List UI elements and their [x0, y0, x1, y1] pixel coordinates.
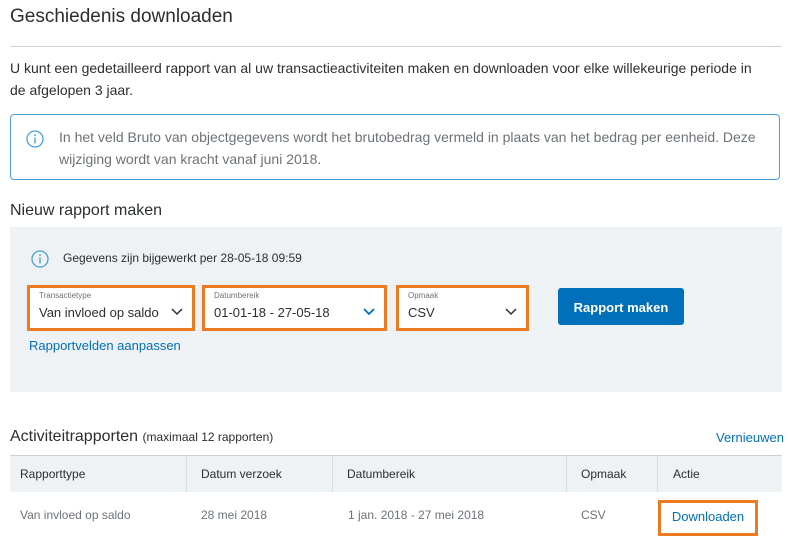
- transaction-type-value: Van invloed op saldo: [39, 305, 159, 320]
- table-header: Rapporttype Datum verzoek Datumbereik Op…: [10, 456, 782, 492]
- customize-report-fields-link[interactable]: Rapportvelden aanpassen: [29, 338, 181, 353]
- column-divider: [657, 456, 658, 492]
- activity-heading-text: Activiteitrapporten: [10, 428, 139, 445]
- intro-text: U kunt een gedetailleerd rapport van al …: [10, 60, 752, 98]
- new-report-heading: Nieuw rapport maken: [10, 202, 163, 219]
- new-report-panel: Gegevens zijn bijgewerkt per 28-05-18 09…: [10, 227, 782, 392]
- format-value: CSV: [408, 305, 435, 320]
- info-icon: [26, 130, 44, 153]
- activity-subheading: (maximaal 12 rapporten): [142, 430, 274, 444]
- info-notice: In het veld Bruto van objectgegevens wor…: [10, 114, 780, 180]
- chevron-down-icon: [363, 303, 375, 321]
- create-report-button[interactable]: Rapport maken: [558, 288, 684, 325]
- date-range-select[interactable]: Datumbereik 01-01-18 - 27-05-18: [202, 285, 387, 331]
- title-divider: [10, 46, 782, 47]
- activity-reports-table: Rapporttype Datum verzoek Datumbereik Op…: [10, 455, 782, 537]
- chevron-down-icon: [505, 303, 517, 321]
- format-label: Opmaak: [408, 291, 439, 300]
- format-select[interactable]: Opmaak CSV: [396, 285, 529, 331]
- row-request-date: 28 mei 2018: [201, 508, 268, 522]
- row-format: CSV: [581, 508, 606, 522]
- notice-text: In het veld Bruto van objectgegevens wor…: [59, 129, 756, 167]
- info-icon: [31, 250, 49, 273]
- column-divider: [332, 456, 333, 492]
- page-title: Geschiedenis downloaden: [10, 6, 233, 27]
- column-header: Datumbereik: [347, 467, 416, 481]
- date-range-value: 01-01-18 - 27-05-18: [214, 305, 330, 320]
- row-report-type: Van invloed op saldo: [20, 508, 131, 522]
- chevron-down-icon: [171, 303, 183, 321]
- column-divider: [186, 456, 187, 492]
- download-button[interactable]: Downloaden: [658, 500, 758, 536]
- date-range-label: Datumbereik: [214, 291, 260, 300]
- column-header: Actie: [673, 467, 700, 481]
- column-divider: [566, 456, 567, 492]
- row-date-range: 1 jan. 2018 - 27 mei 2018: [348, 508, 485, 522]
- activity-reports-heading: Activiteitrapporten (maximaal 12 rapport…: [10, 428, 273, 446]
- column-header: Datum verzoek: [201, 467, 282, 481]
- column-header: Rapporttype: [20, 467, 86, 481]
- transaction-type-label: Transactietype: [39, 291, 92, 300]
- data-updated-text: Gegevens zijn bijgewerkt per 28-05-18 09…: [63, 251, 302, 265]
- download-label: Downloaden: [671, 509, 745, 524]
- transaction-type-select[interactable]: Transactietype Van invloed op saldo: [27, 285, 195, 331]
- column-header: Opmaak: [581, 467, 627, 481]
- refresh-link[interactable]: Vernieuwen: [716, 430, 784, 445]
